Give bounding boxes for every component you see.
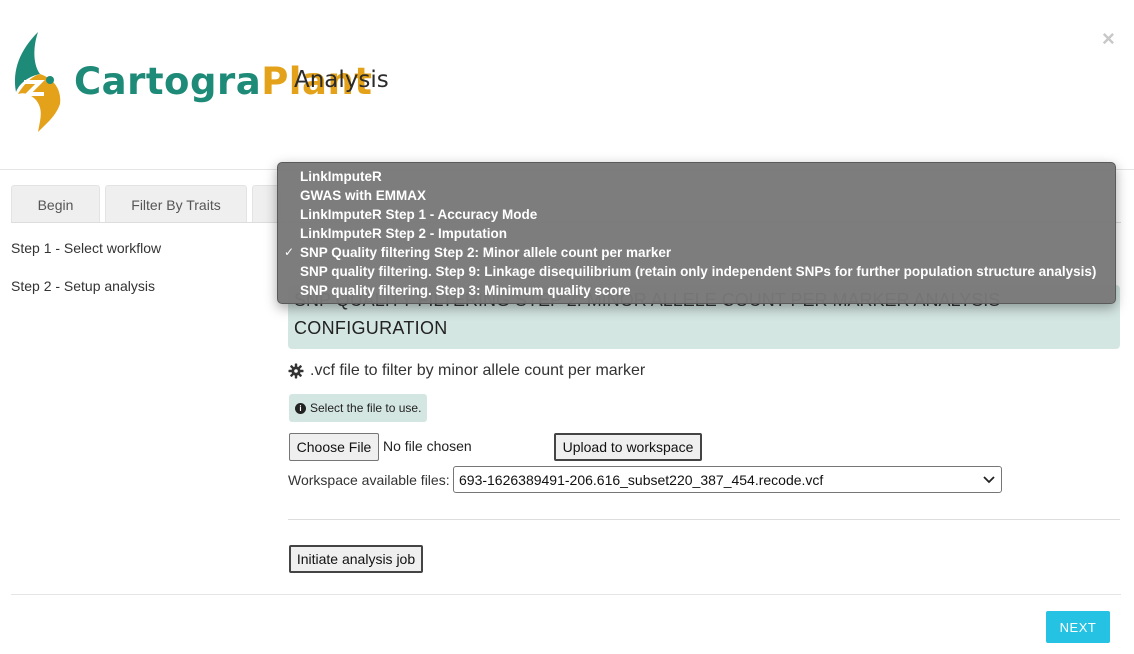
option-label: SNP quality filtering. Step 3: Minimum q… — [300, 283, 631, 298]
cartograplant-logo-icon — [14, 32, 61, 132]
workflow-dropdown-menu[interactable]: LinkImputeR GWAS with EMMAX LinkImputeR … — [277, 162, 1116, 304]
close-icon[interactable]: × — [1102, 26, 1115, 52]
footer-divider — [11, 594, 1121, 595]
option-label: SNP Quality filtering Step 2: Minor alle… — [300, 245, 672, 260]
modal-header: CartograPlant Analysis × — [0, 0, 1134, 170]
next-button[interactable]: NEXT — [1046, 611, 1110, 643]
no-file-chosen-text: No file chosen — [383, 438, 472, 454]
workspace-files-select[interactable]: 693-1626389491-206.616_subset220_387_454… — [453, 466, 1002, 493]
dropdown-option[interactable]: LinkImputeR — [278, 167, 1115, 186]
dropdown-option[interactable]: SNP quality filtering. Step 9: Linkage d… — [278, 262, 1115, 281]
choose-file-button[interactable]: Choose File — [289, 433, 379, 461]
dropdown-option-selected[interactable]: ✓ SNP Quality filtering Step 2: Minor al… — [278, 243, 1115, 262]
option-label: LinkImputeR — [300, 169, 382, 184]
initiate-analysis-job-button[interactable]: Initiate analysis job — [289, 545, 423, 573]
config-title: CONFIGURATION — [294, 318, 448, 338]
info-icon: i — [295, 402, 306, 414]
step-setup-analysis[interactable]: Step 2 - Setup analysis — [11, 278, 155, 294]
dropdown-option[interactable]: GWAS with EMMAX — [278, 186, 1115, 205]
vcf-file-label: .vcf file to filter by minor allele coun… — [288, 362, 645, 380]
info-note: i Select the file to use. — [289, 394, 428, 422]
upload-to-workspace-button[interactable]: Upload to workspace — [554, 433, 702, 461]
dropdown-option[interactable]: SNP quality filtering. Step 3: Minimum q… — [278, 281, 1115, 300]
option-label: LinkImputeR Step 1 - Accuracy Mode — [300, 207, 538, 222]
vcf-file-text: .vcf file to filter by minor allele coun… — [310, 362, 646, 379]
workspace-files-label: Workspace available files: — [288, 472, 450, 488]
tab-filter-by-traits[interactable]: Filter By Traits — [105, 185, 247, 223]
brand-subtitle: Analysis — [294, 67, 389, 93]
option-label: SNP quality filtering. Step 9: Linkage d… — [300, 264, 1097, 279]
dropdown-option[interactable]: LinkImputeR Step 2 - Imputation — [278, 224, 1115, 243]
workspace-selected-value: 693-1626389491-206.616_subset220_387_454… — [459, 471, 824, 488]
option-label: LinkImputeR Step 2 - Imputation — [300, 226, 508, 241]
gear-icon — [288, 363, 304, 379]
step-select-workflow[interactable]: Step 1 - Select workflow — [11, 240, 161, 256]
check-icon: ✓ — [284, 245, 295, 259]
divider — [288, 519, 1120, 520]
brand-part1: Cartogra — [74, 60, 262, 103]
chevron-down-icon — [983, 475, 995, 483]
tab-begin[interactable]: Begin — [11, 185, 100, 223]
info-text: Select the file to use. — [310, 401, 422, 415]
dropdown-option[interactable]: LinkImputeR Step 1 - Accuracy Mode — [278, 205, 1115, 224]
option-label: GWAS with EMMAX — [300, 188, 426, 203]
